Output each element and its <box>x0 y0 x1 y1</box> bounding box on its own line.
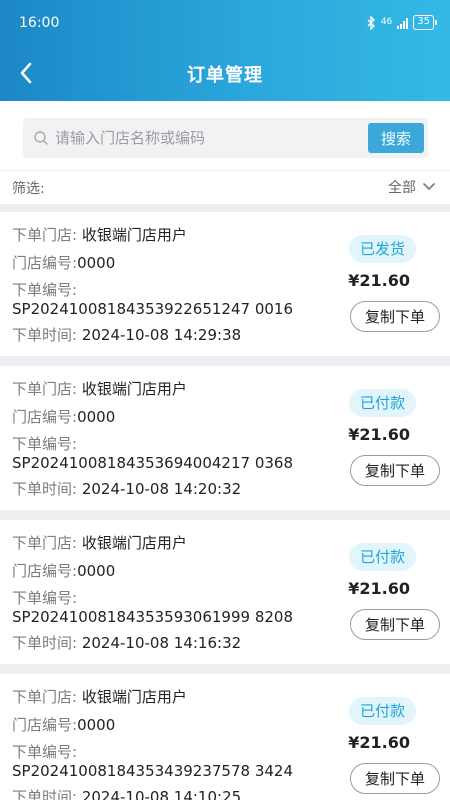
order-card[interactable]: 下单门店: 收银端门店用户 门店编号:0000 下单编号: SP20241008… <box>0 366 450 510</box>
store-name: 收银端门店用户 <box>81 226 187 244</box>
store-name: 收银端门店用户 <box>81 534 187 552</box>
order-card[interactable]: 下单门店: 收银端门店用户 门店编号:0000 下单编号: SP20241008… <box>0 674 450 800</box>
order-time-label: 下单时间: <box>12 326 78 344</box>
order-card[interactable]: 下单门店: 收银端门店用户 门店编号:0000 下单编号: SP20241008… <box>0 212 450 356</box>
store-code-label: 门店编号: <box>12 408 78 426</box>
battery-icon: 35 <box>413 15 437 30</box>
filter-selected-value: 全部 <box>388 180 416 196</box>
page-title: 订单管理 <box>187 65 263 86</box>
order-price: ¥21.60 <box>348 733 410 752</box>
store-label: 下单门店: <box>12 688 78 706</box>
search-button[interactable]: 搜索 <box>368 123 424 153</box>
search-input[interactable] <box>55 126 375 150</box>
search-section: 搜索 <box>0 101 450 170</box>
order-no-label: 下单编号: <box>12 435 78 453</box>
store-name: 收银端门店用户 <box>81 688 187 706</box>
network-type: 46 <box>380 17 393 27</box>
status-bar: 16:00 46 35 <box>0 0 450 48</box>
store-code-label: 门店编号: <box>12 716 78 734</box>
copy-order-button[interactable]: 复制下单 <box>350 763 440 794</box>
order-time: 2024-10-08 14:20:32 <box>81 480 242 498</box>
order-number: SP20241008184353694004217 0368 <box>12 454 294 472</box>
order-number: SP20241008184353593061999 8208 <box>12 608 294 626</box>
filter-label: 筛选: <box>12 181 45 197</box>
bluetooth-icon <box>367 15 375 30</box>
order-no-label: 下单编号: <box>12 281 78 299</box>
status-badge: 已付款 <box>348 543 416 571</box>
order-number: SP20241008184353922651247 0016 <box>12 300 294 318</box>
order-list: 下单门店: 收银端门店用户 门店编号:0000 下单编号: SP20241008… <box>0 212 450 800</box>
store-label: 下单门店: <box>12 534 78 552</box>
search-icon <box>34 131 48 145</box>
order-price: ¥21.60 <box>348 425 410 444</box>
chevron-down-icon <box>423 183 435 191</box>
copy-order-button[interactable]: 复制下单 <box>350 609 440 640</box>
order-time: 2024-10-08 14:29:38 <box>81 326 242 344</box>
status-icons: 46 35 <box>367 15 437 30</box>
order-price: ¥21.60 <box>348 579 410 598</box>
order-no-label: 下单编号: <box>12 743 78 761</box>
order-time-label: 下单时间: <box>12 788 78 800</box>
status-badge: 已发货 <box>348 235 416 263</box>
copy-order-button[interactable]: 复制下单 <box>350 455 440 486</box>
app-header: 16:00 46 35 订单管理 <box>0 0 450 101</box>
status-badge: 已付款 <box>348 697 416 725</box>
order-time-label: 下单时间: <box>12 480 78 498</box>
store-label: 下单门店: <box>12 380 78 398</box>
search-box: 搜索 <box>23 118 428 158</box>
order-time: 2024-10-08 14:16:32 <box>81 634 242 652</box>
nav-bar: 订单管理 <box>0 48 450 101</box>
store-code: 0000 <box>77 408 116 426</box>
order-time-label: 下单时间: <box>12 634 78 652</box>
copy-order-button[interactable]: 复制下单 <box>350 301 440 332</box>
order-no-label: 下单编号: <box>12 589 78 607</box>
store-code: 0000 <box>77 254 116 272</box>
store-code-label: 门店编号: <box>12 254 78 272</box>
store-label: 下单门店: <box>12 226 78 244</box>
store-code: 0000 <box>77 716 116 734</box>
order-number: SP20241008184353439237578 3424 <box>12 762 294 780</box>
status-badge: 已付款 <box>348 389 416 417</box>
signal-icon <box>397 17 409 29</box>
status-time: 16:00 <box>19 15 60 31</box>
store-code-label: 门店编号: <box>12 562 78 580</box>
store-name: 收银端门店用户 <box>81 380 187 398</box>
filter-dropdown[interactable]: 全部 <box>388 177 436 197</box>
order-card[interactable]: 下单门店: 收银端门店用户 门店编号:0000 下单编号: SP20241008… <box>0 520 450 664</box>
order-price: ¥21.60 <box>348 271 410 290</box>
order-time: 2024-10-08 14:10:25 <box>81 788 242 800</box>
filter-bar: 筛选: 全部 <box>0 170 450 204</box>
store-code: 0000 <box>77 562 116 580</box>
